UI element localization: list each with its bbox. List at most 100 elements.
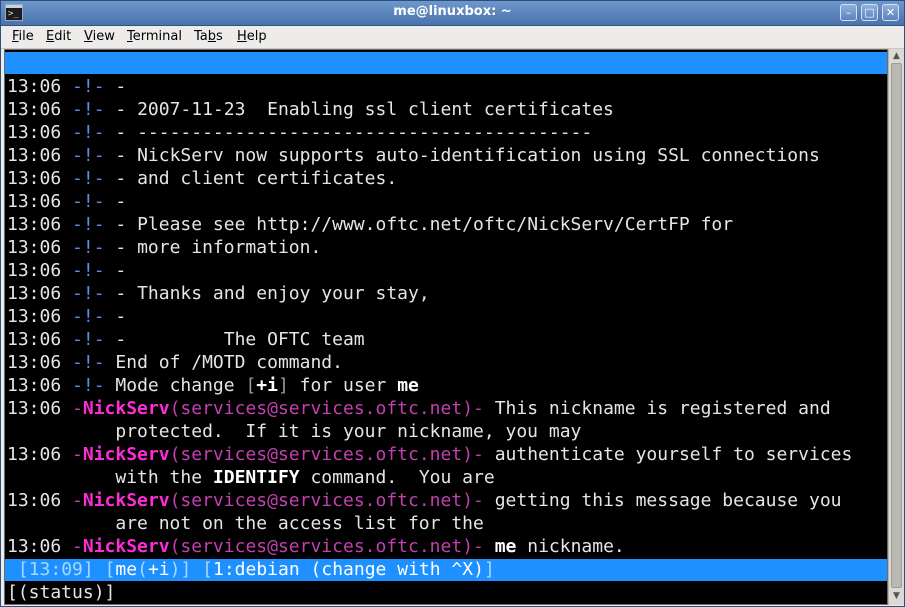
log-text: - [115, 306, 127, 327]
status-nick: me [115, 559, 138, 580]
log-line: 13:06 -!- - more information. [7, 236, 321, 259]
status-mode: +i [147, 559, 170, 580]
window-title: me@linuxbox: ~ [393, 4, 512, 19]
notice-paren: ( [169, 490, 181, 511]
mode-change-line: 13:06 -!- Mode change [+i] for user me [7, 374, 419, 397]
timestamp: 13:06 [7, 283, 62, 304]
log-line: 13:06 -!- - The OFTC team [7, 328, 365, 351]
log-line: 13:06 -!- - ----------------------------… [7, 121, 592, 144]
menu-view-label: iew [92, 29, 115, 44]
status-window: 1:debian (change with ^X) [213, 559, 484, 580]
log-line: 13:06 -!- - NickServ now supports auto-i… [7, 144, 820, 167]
menu-terminal[interactable]: Terminal [127, 29, 182, 44]
notice-paren: )- [462, 490, 484, 511]
timestamp: 13:06 [7, 145, 62, 166]
status-bracket: [ [202, 559, 213, 580]
server-mark: -!- [72, 76, 105, 97]
notice-dash: - [72, 444, 83, 465]
title-bar[interactable]: >_ me@linuxbox: ~ – □ ✕ [1, 1, 904, 26]
notice-text: protected. If it is your nickname, you m… [115, 421, 582, 442]
server-mark: -!- [72, 191, 105, 212]
terminal-screen[interactable]: 13:06 -!- -13:06 -!- - 2007-11-23 Enabli… [4, 49, 888, 605]
notice-paren: ( [169, 398, 181, 419]
minimize-button[interactable]: – [840, 4, 857, 21]
mode-bracket-close: ] [277, 375, 289, 396]
status-paren: ) [169, 559, 181, 580]
notice-dash: - [72, 490, 83, 511]
timestamp: 13:06 [7, 237, 62, 258]
scroll-up-icon[interactable]: ▲ [890, 49, 903, 63]
timestamp: 13:06 [7, 352, 62, 373]
timestamp: 13:06 [7, 99, 62, 120]
notice-continuation: protected. If it is your nickname, you m… [7, 420, 581, 443]
log-line: 13:06 -!- - and client certificates. [7, 167, 397, 190]
close-button[interactable]: ✕ [882, 4, 899, 21]
menu-help[interactable]: Help [237, 29, 267, 44]
server-mark: -!- [72, 122, 105, 143]
notice-dash: - [72, 536, 83, 557]
notice-continuation: with the IDENTIFY command. You are [7, 466, 495, 489]
log-line: 13:06 -!- End of /MOTD command. [7, 351, 343, 374]
menu-tabs-label-end: s [216, 29, 223, 44]
maximize-button[interactable]: □ [861, 4, 878, 21]
menu-file-label: ile [18, 29, 34, 44]
notice-paren: ( [169, 536, 181, 557]
timestamp: 13:06 [7, 536, 62, 557]
notice-text-bold: me [483, 536, 517, 557]
menu-file[interactable]: File [12, 29, 34, 44]
server-mark: -!- [72, 99, 105, 120]
terminal-window: >_ me@linuxbox: ~ – □ ✕ File Edit View T… [0, 0, 905, 607]
log-text: - Thanks and enjoy your stay, [115, 283, 430, 304]
scroll-down-icon[interactable]: ▼ [890, 589, 903, 603]
notice-text: are not on the access list for the [115, 513, 484, 534]
status-paren: ( [137, 559, 148, 580]
server-mark: -!- [72, 306, 105, 327]
scrollbar[interactable]: ▲ ▼ [888, 49, 904, 605]
server-mark: -!- [72, 168, 105, 189]
server-mark: -!- [72, 260, 105, 281]
notice-line: 13:06 -NickServ(services@services.oftc.n… [7, 397, 831, 420]
timestamp: 13:06 [7, 375, 62, 396]
timestamp: 13:06 [7, 191, 62, 212]
notice-continuation: are not on the access list for the [7, 512, 484, 535]
notice-paren: )- [462, 444, 484, 465]
notice-text: with the [115, 467, 213, 488]
menu-help-label: elp [246, 29, 267, 44]
log-text: - [115, 76, 127, 97]
notice-paren: )- [462, 536, 484, 557]
status-line: [13:09] [me(+i)] [1:debian (change with … [7, 558, 495, 581]
mode-user: me [397, 375, 419, 396]
log-text: - 2007-11-23 Enabling ssl client certifi… [115, 99, 614, 120]
topic-bar [5, 52, 887, 74]
server-mark: -!- [72, 329, 105, 350]
timestamp: 13:06 [7, 260, 62, 281]
notice-nick: NickServ [82, 444, 170, 465]
menu-view-mnemonic: V [84, 29, 93, 44]
status-time: 13:09 [28, 559, 83, 580]
notice-line: 13:06 -NickServ(services@services.oftc.n… [7, 489, 842, 512]
input-prompt[interactable]: [(status)] [7, 581, 115, 604]
status-bracket: [ [17, 559, 29, 580]
notice-line: 13:06 -NickServ(services@services.oftc.n… [7, 443, 852, 466]
menu-edit[interactable]: Edit [46, 29, 71, 44]
notice-text: This nickname is registered and [483, 398, 831, 419]
notice-paren: ( [169, 444, 181, 465]
mode-bracket-open: [ [245, 375, 257, 396]
menu-bar: File Edit View Terminal Tabs Help [1, 26, 904, 49]
menu-edit-mnemonic: E [46, 29, 55, 44]
notice-host: services@services.oftc.net [180, 444, 463, 465]
menu-tabs-mnemonic: b [207, 29, 217, 44]
menu-view[interactable]: View [84, 29, 115, 44]
notice-nick: NickServ [82, 536, 170, 557]
log-line: 13:06 -!- - [7, 305, 126, 328]
notice-text: command. You are [299, 467, 495, 488]
log-text: - and client certificates. [115, 168, 398, 189]
timestamp: 13:06 [7, 214, 62, 235]
log-line: 13:06 -!- - Thanks and enjoy your stay, [7, 282, 430, 305]
scroll-thumb[interactable] [891, 63, 902, 588]
log-line: 13:06 -!- - [7, 190, 126, 213]
status-bracket: ] [180, 559, 192, 580]
menu-tabs[interactable]: Tabs [194, 29, 223, 44]
log-line: 13:06 -!- - [7, 259, 126, 282]
notice-line: 13:06 -NickServ(services@services.oftc.n… [7, 535, 625, 558]
